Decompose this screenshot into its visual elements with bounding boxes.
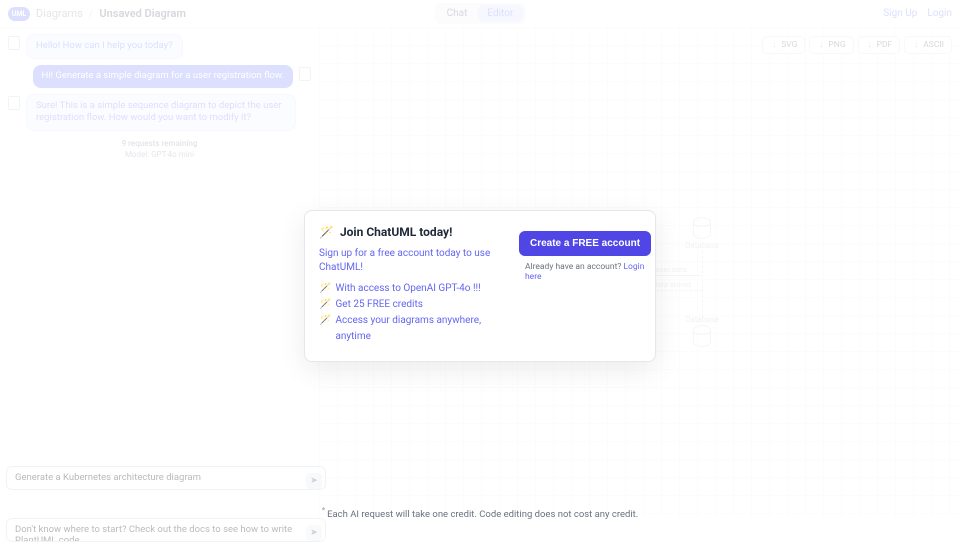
send-button[interactable]: ➤ [306,473,322,489]
modal-heading: 🪄 Join ChatUML today! [319,225,511,239]
wand-icon: 🪄 [319,281,331,297]
wand-icon: 🪄 [319,297,331,313]
send-button[interactable]: ➤ [306,525,322,541]
create-account-button[interactable]: Create a FREE account [519,231,651,256]
chat-input[interactable] [6,466,326,490]
modal-login-hint: Already have an account? Login here [525,262,645,282]
wand-icon: 🪄 [319,225,334,239]
modal-bullet: 🪄With access to OpenAI GPT-4o !!! [319,281,511,297]
wand-icon: 🪄 [319,313,331,345]
paper-plane-icon: ➤ [310,528,318,538]
credit-note: *Each AI request will take one credit. C… [322,506,639,520]
paper-plane-icon: ➤ [310,476,318,486]
modal-bullet: 🪄Get 25 FREE credits [319,297,511,313]
modal-lead: Sign up for a free account today to use … [319,247,511,275]
code-input[interactable] [6,518,326,542]
signup-modal: 🪄 Join ChatUML today! Sign up for a free… [304,210,656,362]
modal-bullet: 🪄Access your diagrams anywhere, anytime [319,313,511,345]
